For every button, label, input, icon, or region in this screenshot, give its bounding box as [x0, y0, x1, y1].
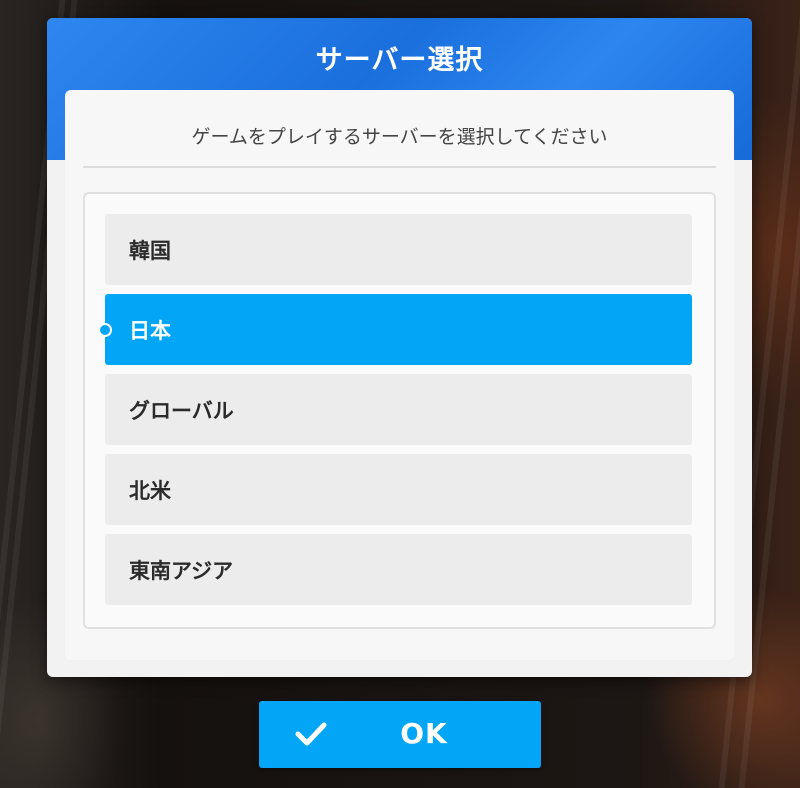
ok-button[interactable]: OK: [259, 701, 541, 768]
server-list: 韓国 日本 グローバル 北米 東南アジア: [83, 192, 716, 629]
server-select-dialog: サーバー選択 ゲームをプレイするサーバーを選択してください 韓国 日本 グローバ…: [47, 18, 752, 677]
selected-indicator-dot: [98, 323, 112, 337]
server-option-label: 日本: [129, 318, 171, 343]
server-option-label: 北米: [129, 478, 171, 503]
checkmark-icon: [295, 722, 327, 746]
server-option-label: 東南アジア: [129, 558, 234, 583]
dialog-subtitle: ゲームをプレイするサーバーを選択してください: [191, 126, 608, 148]
divider: [83, 166, 716, 168]
ok-button-label: OK: [400, 717, 448, 750]
server-option-global[interactable]: グローバル: [105, 374, 692, 445]
dialog-title: サーバー選択: [315, 45, 484, 76]
server-option-japan[interactable]: 日本: [98, 294, 692, 365]
server-option-korea[interactable]: 韓国: [105, 214, 692, 285]
server-option-southeast-asia[interactable]: 東南アジア: [105, 534, 692, 605]
server-option-label: 韓国: [129, 238, 171, 263]
dialog-panel: ゲームをプレイするサーバーを選択してください 韓国 日本 グローバル 北米 東南…: [65, 90, 734, 660]
server-option-label: グローバル: [129, 398, 234, 423]
server-option-north-america[interactable]: 北米: [105, 454, 692, 525]
